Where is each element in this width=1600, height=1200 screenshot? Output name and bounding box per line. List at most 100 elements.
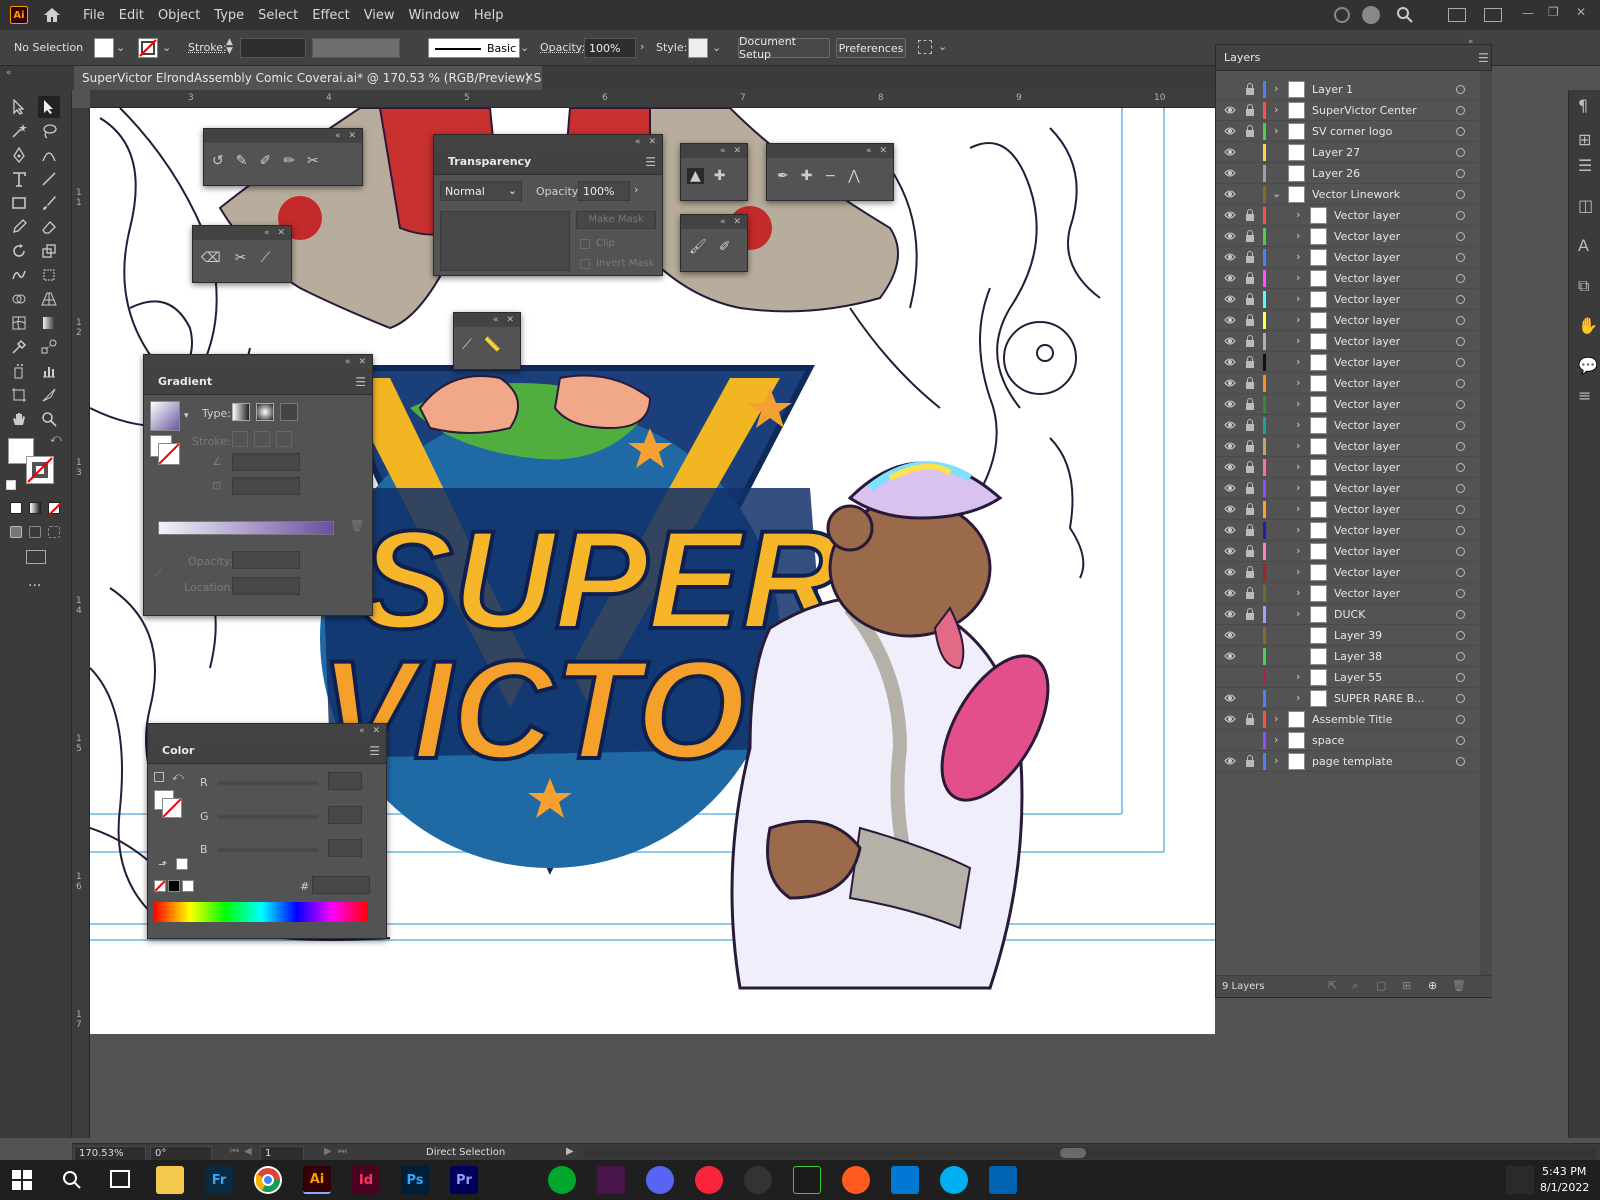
curvature-tool-icon[interactable] <box>38 144 60 166</box>
visibility-eye-icon[interactable] <box>1224 483 1236 493</box>
lock-icon[interactable] <box>1245 272 1255 284</box>
last-artboard-icon[interactable]: ⏭ <box>338 1146 347 1157</box>
document-tab[interactable]: SuperVictor ElrondAssembly Comic Coverai… <box>74 66 542 90</box>
lock-icon[interactable] <box>1245 461 1255 473</box>
stroke-color-box[interactable] <box>26 456 54 484</box>
b-slider[interactable] <box>218 848 318 852</box>
close-panel-icon[interactable]: ✕ <box>648 137 656 147</box>
stroke-within-icon[interactable] <box>232 431 248 447</box>
visibility-eye-icon[interactable] <box>1224 693 1236 703</box>
lock-icon[interactable] <box>1245 419 1255 431</box>
visibility-eye-icon[interactable] <box>1224 420 1236 430</box>
target-circle-icon[interactable] <box>1456 673 1465 682</box>
collapse-panel-icon[interactable]: « <box>359 726 365 736</box>
menu-type[interactable]: Type <box>207 8 251 23</box>
collapse-panel-icon[interactable]: « <box>720 146 726 156</box>
visibility-eye-icon[interactable] <box>1224 399 1236 409</box>
target-circle-icon[interactable] <box>1456 526 1465 535</box>
rotation-field[interactable]: 0° <box>150 1146 212 1161</box>
task-view-icon[interactable] <box>110 1170 130 1188</box>
close-panel-icon[interactable]: ✕ <box>358 357 366 367</box>
lock-icon[interactable] <box>1245 503 1255 515</box>
make-mask-button[interactable]: Make Mask <box>576 211 656 229</box>
target-circle-icon[interactable] <box>1456 757 1465 766</box>
gradient-tool-icon[interactable] <box>38 312 60 334</box>
expand-icon[interactable]: › <box>1296 607 1300 620</box>
menu-edit[interactable]: Edit <box>112 8 151 23</box>
rotate-tool-icon[interactable] <box>8 240 30 262</box>
app-icon[interactable] <box>793 1166 821 1194</box>
lock-toggle[interactable] <box>1245 188 1255 200</box>
chrome-icon[interactable] <box>254 1166 282 1194</box>
panel-menu-icon[interactable]: ☰ <box>369 744 380 758</box>
lock-icon[interactable] <box>1245 608 1255 620</box>
target-circle-icon[interactable] <box>1456 652 1465 661</box>
expand-icon[interactable]: › <box>1296 502 1300 515</box>
layer-row[interactable]: › Vector layer <box>1216 310 1478 331</box>
gamut-swatch[interactable] <box>176 858 188 870</box>
none-swatch[interactable] <box>154 880 166 892</box>
visibility-eye-icon[interactable] <box>1224 231 1236 241</box>
close-panel-icon[interactable]: ✕ <box>506 315 514 325</box>
pencil-tool-icon[interactable] <box>8 216 30 238</box>
align-dropdown-icon[interactable]: ⌄ <box>938 40 947 53</box>
opacity-label[interactable]: Opacity: <box>540 41 585 54</box>
target-circle-icon[interactable] <box>1456 358 1465 367</box>
target-circle-icon[interactable] <box>1456 274 1465 283</box>
visibility-eye-icon[interactable] <box>1224 651 1236 661</box>
gradient-swatch-dropdown-icon[interactable]: ▾ <box>184 411 189 421</box>
layer-row[interactable]: › Assemble Title <box>1216 709 1478 730</box>
menu-view[interactable]: View <box>357 8 402 23</box>
visibility-eye-icon[interactable] <box>1224 630 1236 640</box>
hex-input[interactable] <box>312 876 370 894</box>
shaper-tool-icon[interactable]: ↺ <box>212 153 224 169</box>
target-circle-icon[interactable] <box>1456 85 1465 94</box>
layers-scrollbar[interactable] <box>1480 71 1492 975</box>
menu-effect[interactable]: Effect <box>305 8 356 23</box>
panel-header[interactable]: «✕ <box>434 135 662 149</box>
target-circle-icon[interactable] <box>1456 232 1465 241</box>
artboard-tool-icon[interactable] <box>8 384 30 406</box>
lock-toggle[interactable] <box>1245 146 1255 158</box>
visibility-eye-icon[interactable] <box>1224 105 1236 115</box>
layer-row[interactable]: › Layer 55 <box>1216 667 1478 688</box>
collapse-panel-icon[interactable]: « <box>264 228 270 238</box>
swap-fill-stroke-icon[interactable]: ⤺ <box>50 432 62 446</box>
menu-file[interactable]: File <box>76 8 112 23</box>
visibility-eye-icon[interactable] <box>1224 168 1236 178</box>
artboard-field[interactable]: 1 <box>260 1146 304 1161</box>
black-swatch[interactable] <box>168 880 180 892</box>
scrollbar-thumb[interactable] <box>1060 1148 1086 1158</box>
target-circle-icon[interactable] <box>1456 694 1465 703</box>
first-artboard-icon[interactable]: ⏮ <box>230 1146 239 1157</box>
layer-row[interactable]: › Vector layer <box>1216 436 1478 457</box>
delete-stop-icon[interactable]: 🗑 <box>350 519 364 532</box>
expand-icon[interactable]: › <box>1296 460 1300 473</box>
opacity-input[interactable]: 100% <box>578 181 630 201</box>
target-circle-icon[interactable] <box>1456 148 1465 157</box>
collapse-panel-icon[interactable]: « <box>1468 37 1474 47</box>
slack-icon[interactable] <box>597 1166 625 1194</box>
stroke-swatch[interactable] <box>138 38 158 58</box>
out-of-gamut-icon[interactable]: ⬏ <box>158 858 167 871</box>
collapse-icon[interactable]: ⌄ <box>1272 187 1281 200</box>
symbol-sprayer-tool-icon[interactable] <box>8 360 30 382</box>
panel-header[interactable]: «✕ <box>767 144 893 158</box>
search-icon[interactable] <box>62 1170 82 1193</box>
white-swatch[interactable] <box>182 880 194 892</box>
stroke-along-icon[interactable] <box>254 431 270 447</box>
expand-icon[interactable]: › <box>1296 418 1300 431</box>
layer-row[interactable]: › Vector layer <box>1216 457 1478 478</box>
type-tool-icon[interactable] <box>8 168 30 190</box>
eyedropper-tool-icon[interactable]: ⟋ <box>462 337 472 353</box>
target-circle-icon[interactable] <box>1456 316 1465 325</box>
close-window-icon[interactable]: ✕ <box>1576 5 1586 19</box>
aspect-ratio-input[interactable] <box>232 477 300 495</box>
visibility-eye-icon[interactable] <box>1224 462 1236 472</box>
paragraph-icon[interactable]: ¶ <box>1578 96 1588 115</box>
expand-icon[interactable]: › <box>1296 544 1300 557</box>
visibility-eye-icon[interactable] <box>1224 210 1236 220</box>
style-dropdown-icon[interactable]: ⌄ <box>712 41 721 54</box>
target-circle-icon[interactable] <box>1456 589 1465 598</box>
blend-tool-icon[interactable] <box>38 336 60 358</box>
